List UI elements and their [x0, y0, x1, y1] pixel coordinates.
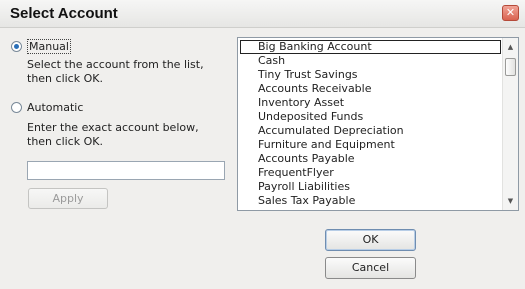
manual-help-text: Select the account from the list, then c…: [27, 58, 204, 85]
account-list-item[interactable]: Accounts Receivable: [238, 82, 503, 96]
scroll-thumb[interactable]: [505, 58, 516, 76]
account-list-item[interactable]: Sales Tax Payable: [238, 194, 503, 208]
ok-button[interactable]: OK: [325, 229, 416, 251]
automatic-option[interactable]: Automatic: [11, 101, 83, 114]
account-list-item[interactable]: Furniture and Equipment: [238, 138, 503, 152]
account-list-item[interactable]: Tiny Trust Savings: [238, 68, 503, 82]
automatic-help-text: Enter the exact account below, then clic…: [27, 121, 199, 148]
account-list-item[interactable]: Undeposited Funds: [238, 110, 503, 124]
account-list-item[interactable]: Accounts Payable: [238, 152, 503, 166]
account-list-item[interactable]: Accumulated Depreciation: [238, 124, 503, 138]
account-list-item[interactable]: Payroll Liabilities: [238, 180, 503, 194]
close-icon: ✕: [505, 6, 516, 19]
automatic-label[interactable]: Automatic: [27, 101, 83, 114]
title-bar: Select Account ✕: [0, 0, 525, 28]
close-button[interactable]: ✕: [502, 5, 519, 21]
account-list: Big Banking Account Cash Tiny Trust Saving…: [238, 40, 503, 208]
manual-option[interactable]: Manual: [11, 39, 71, 54]
manual-radio[interactable]: [11, 41, 22, 52]
select-account-dialog: { "dialog": { "title": "Select Account",…: [0, 0, 525, 289]
account-list-item[interactable]: FrequentFlyer: [238, 166, 503, 180]
account-name-input[interactable]: [27, 161, 225, 180]
list-scrollbar[interactable]: ▲ ▼: [502, 38, 518, 210]
dialog-title: Select Account: [10, 5, 118, 22]
automatic-radio[interactable]: [11, 102, 22, 113]
apply-button[interactable]: Apply: [28, 188, 108, 209]
manual-label[interactable]: Manual: [27, 39, 71, 54]
account-list-item[interactable]: Inventory Asset: [238, 96, 503, 110]
account-list-item[interactable]: Cash: [238, 54, 503, 68]
scroll-up-arrow-icon[interactable]: ▲: [503, 40, 518, 54]
scroll-down-arrow-icon[interactable]: ▼: [503, 194, 518, 208]
cancel-button[interactable]: Cancel: [325, 257, 416, 279]
account-listbox[interactable]: Big Banking Account Cash Tiny Trust Saving…: [237, 37, 519, 211]
account-list-item[interactable]: Big Banking Account: [240, 40, 501, 54]
